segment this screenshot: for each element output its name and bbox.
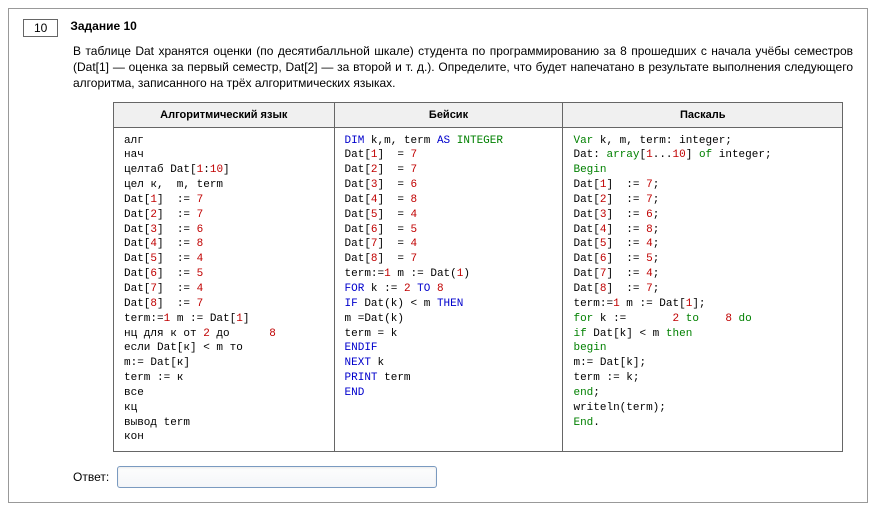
task-text: В таблице Dat хранятся оценки (по десяти… (73, 43, 853, 92)
code-table: Алгоритмический язык Бейсик Паскаль алг … (113, 102, 843, 453)
answer-input[interactable] (117, 466, 437, 488)
code-cell-alg: алг нач целтаб Dat[1:10] цел к, m, term … (114, 127, 335, 452)
answer-label: Ответ: (73, 470, 109, 484)
task-container: 10 Задание 10 В таблице Dat хранятся оце… (8, 8, 868, 503)
col-header-basic: Бейсик (334, 102, 563, 127)
task-number-box: 10 (23, 19, 58, 37)
code-cell-basic: DIM k,m, term AS INTEGER Dat[1] = 7 Dat[… (334, 127, 563, 452)
code-cell-pascal: Var k, m, term: integer; Dat: array[1...… (563, 127, 843, 452)
task-title: Задание 10 (70, 19, 136, 33)
task-header: 10 Задание 10 (23, 19, 853, 37)
answer-row: Ответ: (73, 466, 853, 488)
col-header-alg: Алгоритмический язык (114, 102, 335, 127)
table-row: Алгоритмический язык Бейсик Паскаль (114, 102, 843, 127)
col-header-pascal: Паскаль (563, 102, 843, 127)
table-row: алг нач целтаб Dat[1:10] цел к, m, term … (114, 127, 843, 452)
